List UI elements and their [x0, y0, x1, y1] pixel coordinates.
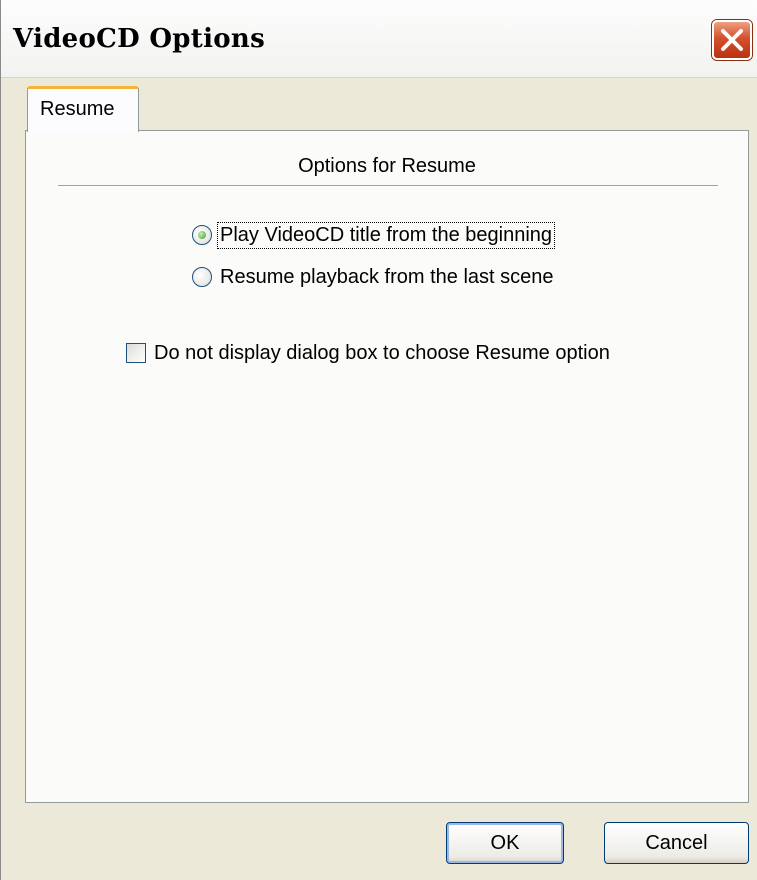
tab-control: Resume Options for Resume Play VideoCD t… — [17, 78, 754, 805]
window-title: VideoCD Options — [13, 24, 266, 54]
radio-play-from-beginning[interactable]: Play VideoCD title from the beginning — [192, 220, 556, 250]
radio-play-from-beginning-label[interactable]: Play VideoCD title from the beginning — [216, 221, 556, 249]
ok-button[interactable]: OK — [446, 822, 564, 864]
videocd-options-dialog: VideoCD Options Resume Options for Resum… — [0, 0, 757, 880]
tab-content-resume: Options for Resume Play VideoCD title fr… — [25, 130, 749, 803]
close-icon — [721, 29, 743, 51]
separator — [58, 185, 718, 187]
checkbox-do-not-display-dialog-label[interactable]: Do not display dialog box to choose Resu… — [152, 341, 612, 366]
section-title: Options for Resume — [298, 155, 476, 177]
cancel-button[interactable]: Cancel — [604, 822, 749, 864]
radio-resume-last-scene-label[interactable]: Resume playback from the last scene — [218, 265, 556, 290]
checkbox-do-not-display-dialog[interactable]: Do not display dialog box to choose Resu… — [126, 338, 612, 368]
tab-resume-label: Resume — [40, 98, 115, 120]
radio-button-checked[interactable] — [192, 225, 212, 245]
checkbox[interactable] — [126, 343, 146, 363]
close-button[interactable] — [712, 20, 752, 60]
title-bar[interactable]: VideoCD Options — [1, 0, 757, 78]
tab-resume[interactable]: Resume — [27, 86, 139, 132]
radio-button[interactable] — [192, 267, 212, 287]
radio-resume-last-scene[interactable]: Resume playback from the last scene — [192, 262, 556, 292]
